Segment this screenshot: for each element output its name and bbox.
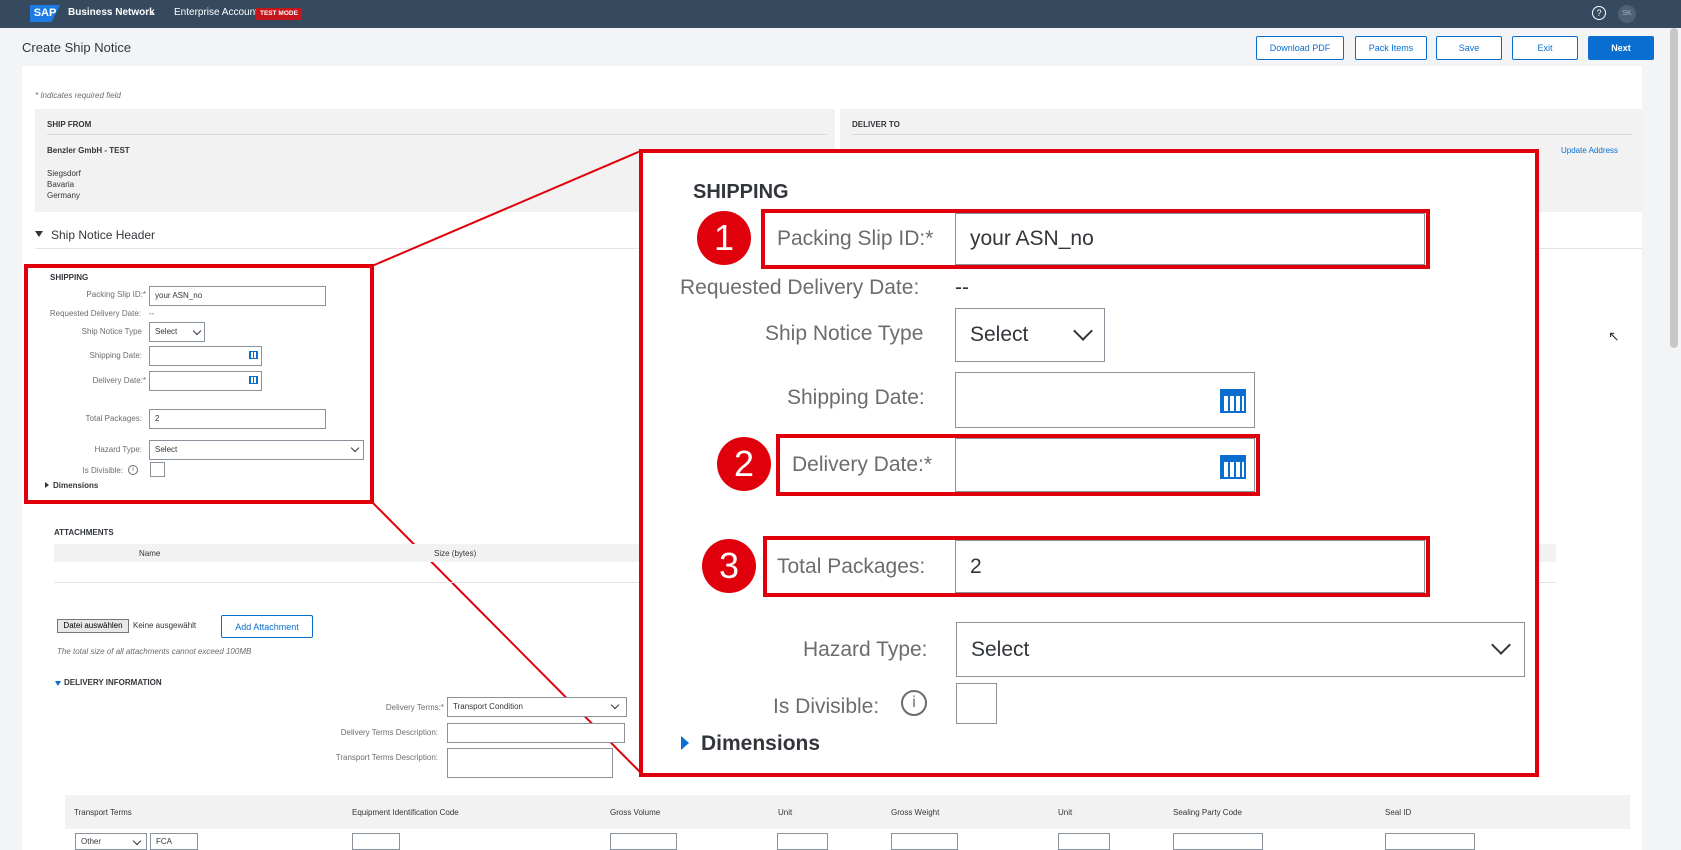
col-unit-2: Unit [1058, 808, 1073, 817]
add-attachment-button[interactable]: Add Attachment [221, 615, 313, 638]
unit-input[interactable] [777, 833, 828, 850]
delivery-terms-label: Delivery Terms:* [385, 703, 444, 712]
attachment-size-note: The total size of all attachments cannot… [57, 647, 252, 656]
zoom-dimensions-toggle[interactable]: Dimensions [701, 732, 820, 756]
zoom-shipping-title: SHIPPING [693, 181, 789, 203]
gross-weight-input[interactable] [891, 833, 958, 850]
seal-id-input[interactable] [1385, 833, 1475, 850]
choose-file-button[interactable]: Datei auswählen [57, 619, 129, 633]
attachments-title: ATTACHMENTS [54, 528, 114, 537]
zoom-requested-delivery-value: -- [955, 276, 969, 299]
col-unit: Unit [778, 808, 793, 817]
callout-badge-1: 1 [697, 211, 751, 265]
col-size: Size (bytes) [434, 549, 477, 558]
unit-input-2[interactable] [1058, 833, 1110, 850]
col-equipment-code: Equipment Identification Code [352, 808, 459, 817]
col-gross-volume: Gross Volume [610, 808, 661, 817]
expand-icon[interactable] [681, 736, 689, 750]
col-sealing-party-code: Sealing Party Code [1173, 808, 1242, 817]
zoom-packing-slip-input[interactable]: your ASN_no [955, 213, 1425, 265]
zoom-is-divisible-label: Is Divisible: [773, 695, 880, 718]
callout-badge-2: 2 [717, 437, 771, 491]
delivery-terms-desc-input[interactable] [447, 723, 625, 743]
col-seal-id: Seal ID [1385, 808, 1412, 817]
zoom-ship-notice-type-label: Ship Notice Type [765, 322, 924, 345]
col-transport-terms: Transport Terms [74, 808, 132, 817]
zoom-is-divisible-checkbox[interactable] [956, 683, 997, 724]
zoom-shipping-date-input[interactable] [955, 372, 1255, 428]
zoom-hazard-type-select[interactable]: Select [956, 622, 1525, 677]
transport-terms-desc-textarea[interactable] [447, 748, 613, 778]
sealing-party-code-input[interactable] [1173, 833, 1263, 850]
delivery-terms-desc-label: Delivery Terms Description: [340, 728, 438, 737]
zoom-shipping-date-label: Shipping Date: [787, 386, 925, 409]
transport-terms-desc-label: Transport Terms Description: [335, 753, 438, 762]
info-icon[interactable]: i [901, 690, 927, 716]
calendar-icon[interactable] [1220, 455, 1246, 479]
zoom-requested-delivery-label: Requested Delivery Date: [680, 276, 920, 299]
zoom-ship-notice-type-value: Select [970, 323, 1029, 346]
transport-terms-value: Other [81, 837, 102, 846]
zoom-delivery-date-input[interactable] [955, 438, 1255, 492]
no-file-label: Keine ausgewählt [133, 621, 197, 630]
delivery-terms-value: Transport Condition [453, 702, 523, 711]
delivery-terms-select[interactable]: Transport Condition [447, 697, 627, 717]
equipment-code-input[interactable] [352, 833, 400, 850]
col-name: Name [139, 549, 161, 558]
zoom-total-packages-label: Total Packages: [777, 555, 926, 578]
zoom-packing-slip-label: Packing Slip ID:* [777, 227, 934, 250]
zoom-hazard-type-value: Select [971, 638, 1030, 661]
mouse-cursor-icon: ↖ [1608, 328, 1620, 344]
zoom-total-packages-input[interactable]: 2 [955, 540, 1425, 593]
delivery-information-title[interactable]: DELIVERY INFORMATION [64, 678, 162, 687]
col-gross-weight: Gross Weight [891, 808, 940, 817]
calendar-icon[interactable] [1220, 389, 1246, 413]
zoom-hazard-type-label: Hazard Type: [803, 638, 928, 661]
transport-code-input[interactable]: FCA [150, 833, 198, 850]
gross-volume-input[interactable] [610, 833, 677, 850]
callout-badge-3: 3 [702, 539, 756, 593]
zoom-delivery-date-label: Delivery Date:* [792, 453, 933, 476]
collapse-icon[interactable] [55, 681, 61, 686]
